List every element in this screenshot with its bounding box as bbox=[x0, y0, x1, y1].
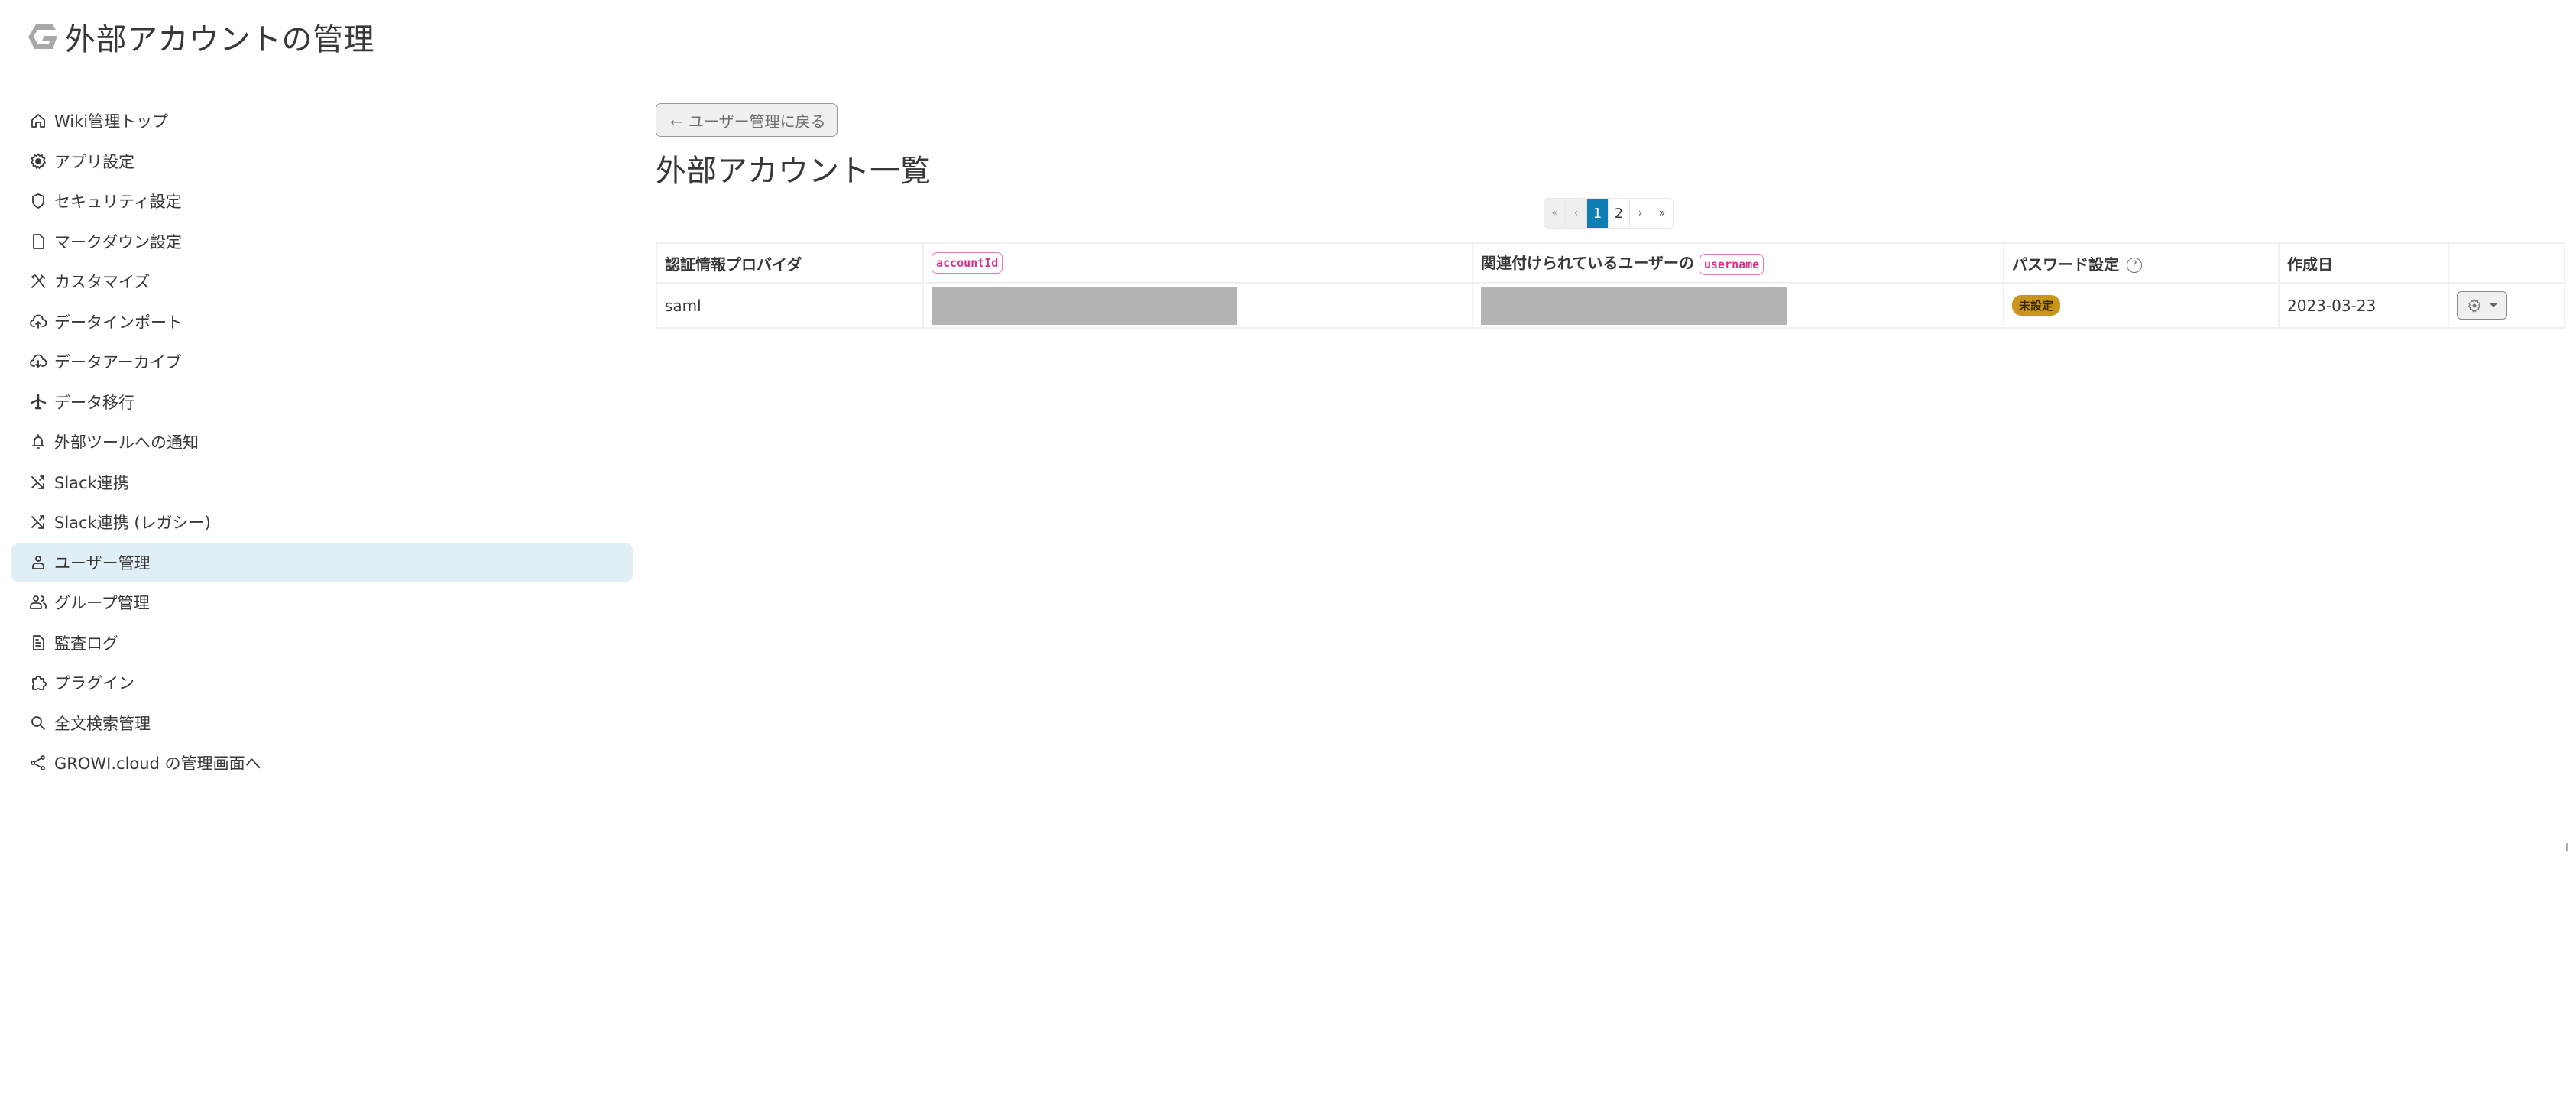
password-status-badge: 未設定 bbox=[2012, 295, 2061, 316]
header-provider: 認証情報プロバイダ bbox=[656, 242, 924, 284]
sidebar-item-audit-log[interactable]: 監査ログ bbox=[11, 624, 633, 662]
people-icon bbox=[28, 592, 48, 612]
sidebar-item-slack-legacy[interactable]: Slack連携 (レガシー) bbox=[11, 503, 633, 541]
sidebar-item-label: ユーザー管理 bbox=[54, 553, 151, 573]
sidebar-item-data-import[interactable]: データインポート bbox=[11, 303, 633, 341]
redacted-username bbox=[1481, 286, 1787, 325]
table-header-row: 認証情報プロバイダ accountId 関連付けられているユーザーの usern… bbox=[656, 242, 2565, 284]
cell-actions bbox=[2448, 282, 2565, 329]
cloud-download-icon bbox=[28, 352, 48, 371]
pagination-next[interactable]: › bbox=[1630, 199, 1651, 228]
shuffle-icon bbox=[28, 472, 48, 492]
caret-down-icon bbox=[2490, 303, 2497, 307]
main-content: ← ユーザー管理に戻る 外部アカウント一覧 « ‹ 1 2 › » 認証情報プロ… bbox=[656, 103, 2565, 329]
header-username: 関連付けられているユーザーの username bbox=[1472, 242, 2004, 284]
admin-sidebar: Wiki管理トップ アプリ設定 セキュリティ設定 マークダウン設定 カスタマイズ… bbox=[11, 102, 633, 784]
gear-icon bbox=[28, 151, 48, 171]
header-account-id: accountId bbox=[922, 242, 1473, 284]
sidebar-item-wiki-admin-top[interactable]: Wiki管理トップ bbox=[11, 102, 633, 140]
sidebar-item-label: データ移行 bbox=[54, 393, 134, 412]
sidebar-item-label: カスタマイズ bbox=[54, 273, 151, 291]
sidebar-item-label: アプリ設定 bbox=[54, 152, 134, 171]
pagination-page-2[interactable]: 2 bbox=[1609, 199, 1630, 228]
sidebar-item-notifications[interactable]: 外部ツールへの通知 bbox=[11, 423, 633, 461]
shield-icon bbox=[28, 191, 48, 211]
shuffle-icon bbox=[28, 512, 48, 532]
sidebar-item-group-management[interactable]: グループ管理 bbox=[11, 583, 633, 621]
sidebar-item-user-management[interactable]: ユーザー管理 bbox=[11, 543, 633, 582]
pagination: « ‹ 1 2 › » bbox=[1544, 198, 1674, 229]
file-icon bbox=[28, 232, 48, 251]
search-icon bbox=[28, 713, 48, 733]
sidebar-item-label: Slack連携 bbox=[54, 473, 129, 492]
account-actions-dropdown[interactable] bbox=[2457, 291, 2507, 320]
page-header: 外部アカウントの管理 bbox=[27, 17, 374, 57]
cloud-upload-icon bbox=[28, 312, 48, 332]
page-title: 外部アカウントの管理 bbox=[65, 22, 374, 57]
external-accounts-title: 外部アカウント一覧 bbox=[656, 154, 931, 189]
username-code: username bbox=[1699, 253, 1764, 275]
sidebar-item-label: Slack連携 (レガシー) bbox=[54, 514, 211, 532]
back-to-user-management-button[interactable]: ← ユーザー管理に戻る bbox=[656, 103, 838, 137]
sidebar-item-growi-cloud[interactable]: GROWI.cloud の管理画面へ bbox=[11, 744, 633, 782]
share-icon bbox=[28, 753, 48, 773]
table-row: saml 未設定 2023-03-23 bbox=[656, 282, 2565, 329]
sidebar-item-app-settings[interactable]: アプリ設定 bbox=[11, 142, 633, 180]
home-icon bbox=[28, 111, 48, 131]
growi-logo-icon bbox=[28, 24, 57, 49]
pagination-first[interactable]: « bbox=[1544, 199, 1566, 228]
header-created: 作成日 bbox=[2278, 242, 2449, 284]
header-username-prefix: 関連付けられているユーザーの bbox=[1481, 254, 1694, 273]
sidebar-item-label: データアーカイブ bbox=[54, 353, 182, 371]
account-id-code: accountId bbox=[932, 252, 1003, 274]
sidebar-item-label: プラグイン bbox=[54, 674, 134, 693]
pagination-page-1[interactable]: 1 bbox=[1587, 199, 1609, 228]
scrollbar-indicator[interactable] bbox=[2566, 843, 2568, 851]
sidebar-item-label: グループ管理 bbox=[54, 594, 150, 612]
sidebar-item-label: マークダウン設定 bbox=[54, 232, 183, 251]
sidebar-item-data-archive[interactable]: データアーカイブ bbox=[11, 342, 633, 381]
cell-username bbox=[1472, 282, 2004, 329]
document-icon bbox=[28, 633, 48, 653]
sidebar-item-label: セキュリティ設定 bbox=[54, 193, 182, 211]
person-icon bbox=[28, 553, 48, 573]
tools-icon bbox=[28, 271, 48, 291]
pagination-last[interactable]: » bbox=[1651, 199, 1673, 228]
header-actions bbox=[2448, 242, 2565, 284]
header-password-label: パスワード設定 bbox=[2012, 255, 2119, 274]
gear-icon bbox=[2467, 298, 2481, 313]
sidebar-item-label: Wiki管理トップ bbox=[54, 112, 169, 131]
sidebar-item-fulltext-search[interactable]: 全文検索管理 bbox=[11, 704, 633, 742]
sidebar-item-customize[interactable]: カスタマイズ bbox=[11, 262, 633, 300]
sidebar-item-label: データインポート bbox=[54, 313, 183, 332]
cell-created: 2023-03-23 bbox=[2278, 282, 2449, 329]
sidebar-item-markdown[interactable]: マークダウン設定 bbox=[11, 222, 633, 261]
external-accounts-table: 認証情報プロバイダ accountId 関連付けられているユーザーの usern… bbox=[656, 242, 2565, 329]
sidebar-item-label: 全文検索管理 bbox=[54, 714, 151, 733]
sidebar-item-label: GROWI.cloud の管理画面へ bbox=[54, 754, 261, 773]
help-circle-icon[interactable]: ? bbox=[2127, 258, 2142, 273]
cell-provider: saml bbox=[656, 282, 924, 329]
cell-account-id bbox=[922, 282, 1473, 329]
sidebar-item-security[interactable]: セキュリティ設定 bbox=[11, 182, 633, 220]
redacted-account-id bbox=[932, 286, 1237, 325]
bell-icon bbox=[28, 432, 48, 452]
airplane-icon bbox=[28, 392, 48, 412]
sidebar-item-label: 外部ツールへの通知 bbox=[54, 433, 199, 452]
puzzle-icon bbox=[28, 673, 48, 693]
arrow-left-icon: ← bbox=[667, 109, 685, 130]
header-password: パスワード設定? bbox=[2003, 242, 2280, 284]
back-button-label: ユーザー管理に戻る bbox=[689, 113, 826, 131]
pagination-prev[interactable]: ‹ bbox=[1566, 199, 1587, 228]
sidebar-item-label: 監査ログ bbox=[54, 634, 118, 653]
cell-password: 未設定 bbox=[2003, 282, 2280, 329]
sidebar-item-data-transfer[interactable]: データ移行 bbox=[11, 383, 633, 421]
sidebar-item-slack[interactable]: Slack連携 bbox=[11, 463, 633, 501]
sidebar-item-plugins[interactable]: プラグイン bbox=[11, 663, 633, 702]
